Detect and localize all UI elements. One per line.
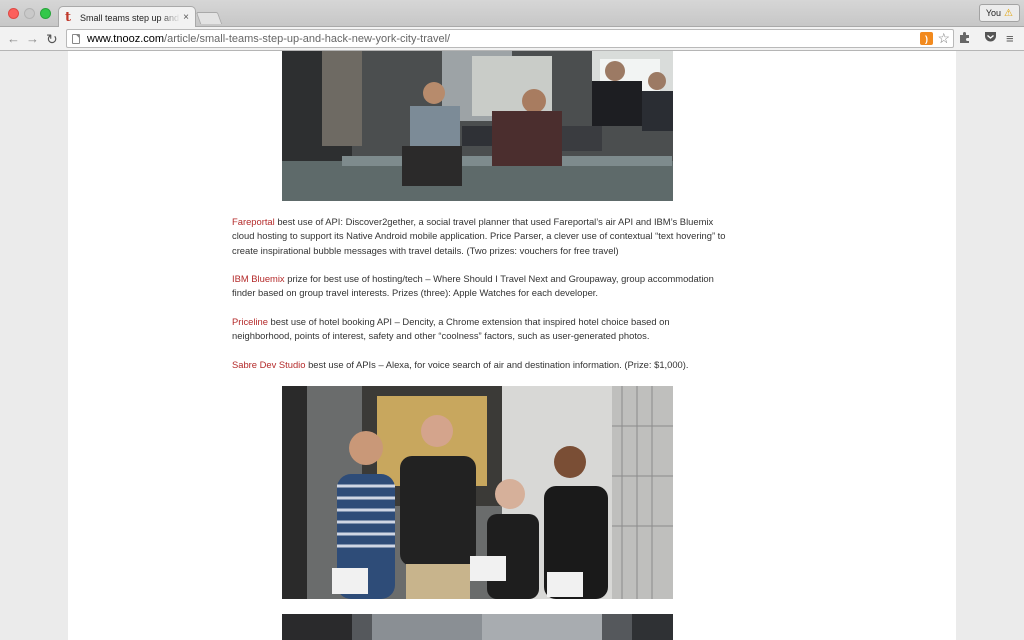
tnooz-favicon-icon: t — [65, 9, 72, 25]
new-tab-button[interactable] — [195, 12, 223, 24]
browser-titlebar: t Small teams step up and hack New York … — [0, 0, 1024, 28]
paragraph-text: best use of APIs – Alexa, for voice sear… — [305, 359, 689, 370]
url-text[interactable]: www.tnooz.com/article/small-teams-step-u… — [87, 33, 450, 45]
back-arrow-icon[interactable]: ← — [7, 31, 20, 47]
prize-paragraph-fareportal: Fareportal best use of API: Discover2get… — [232, 215, 732, 258]
prize-paragraph-priceline: Priceline best use of hotel booking API … — [232, 315, 732, 344]
sponsor-link-sabre-dev-studio[interactable]: Sabre Dev Studio — [232, 359, 305, 370]
article-content: Fareportal best use of API: Discover2get… — [68, 51, 956, 640]
star-icon[interactable]: ☆ — [937, 30, 950, 47]
pocket-icon[interactable] — [984, 31, 997, 47]
window-maximize-button[interactable] — [40, 8, 51, 19]
forward-arrow-icon[interactable]: → — [26, 31, 39, 47]
article-photo-winners-group — [282, 386, 673, 599]
browser-tab[interactable]: t Small teams step up and hack New York … — [58, 6, 196, 28]
window-close-button[interactable] — [8, 8, 19, 19]
window-minimize-button[interactable] — [24, 8, 35, 19]
url-path: /article/small-teams-step-up-and-hack-ne… — [164, 32, 451, 45]
profile-button[interactable]: You ⚠ — [978, 4, 1020, 22]
tab-close-icon[interactable]: × — [183, 12, 189, 23]
menu-icon[interactable]: ≡ — [1006, 31, 1014, 47]
paragraph-text: best use of hotel booking API – Dencity,… — [232, 316, 670, 342]
rss-icon[interactable]: ) — [920, 32, 933, 45]
article-photo-partial — [282, 614, 673, 640]
sponsor-link-priceline[interactable]: Priceline — [232, 316, 268, 327]
warning-icon: ⚠ — [1004, 7, 1013, 19]
sponsor-link-fareportal[interactable]: Fareportal — [232, 216, 275, 227]
tab-title: Small teams step up and hack New York Ci… — [80, 12, 180, 23]
paragraph-text: best use of API: Discover2gether, a soci… — [232, 216, 726, 256]
address-bar[interactable]: www.tnooz.com/article/small-teams-step-u… — [66, 29, 954, 48]
article-photo-hackathon-room — [282, 51, 673, 201]
prize-paragraph-sabre: Sabre Dev Studio best use of APIs – Alex… — [232, 358, 732, 372]
url-host: www.tnooz.com — [87, 32, 165, 45]
paragraph-text: prize for best use of hosting/tech – Whe… — [232, 273, 714, 299]
reload-icon[interactable]: ↻ — [46, 31, 58, 47]
profile-label: You — [985, 8, 1002, 18]
page-icon — [72, 33, 80, 44]
browser-toolbar: ← → ↻ www.tnooz.com/article/small-teams-… — [0, 27, 1024, 51]
puzzle-icon[interactable] — [959, 31, 971, 47]
sponsor-link-ibm-bluemix[interactable]: IBM Bluemix — [232, 273, 285, 284]
prize-paragraph-ibm-bluemix: IBM Bluemix prize for best use of hostin… — [232, 272, 732, 301]
